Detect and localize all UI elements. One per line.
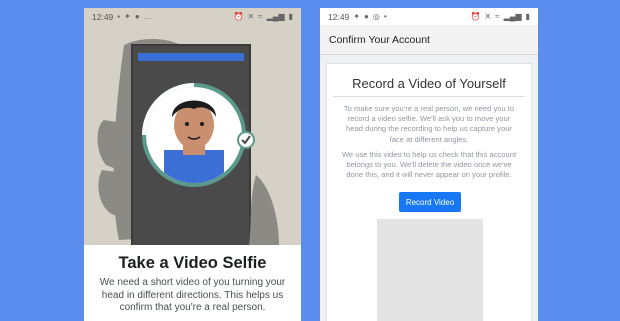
instructions-paragraph: To make sure you're a real person, we ne… [343,104,515,144]
wifi-icon: ≈ [258,12,263,21]
hand-phone-illustration [97,39,279,245]
video-preview [377,219,483,321]
mute-icon: ✕ [484,12,492,21]
record-video-button[interactable]: Record Video [399,192,461,212]
wifi-icon: ≈ [495,12,500,21]
battery-icon: ▮ [288,12,293,21]
confirm-card: Record a Video of Yourself To make sure … [326,63,532,321]
twitter-icon: ✦ [353,12,360,21]
app-bar-title: Confirm Your Account [329,33,430,46]
signal-icon: ▂▄▆ [266,12,285,21]
alarm-icon: ⏰ [470,12,481,21]
status-bar: 12:49 ▪ ✦ ● … ⏰ ✕ ≈ ▂▄▆ ▮ [84,8,301,25]
twitter-icon: ✦ [124,12,131,21]
whatsapp-icon: ◎ [372,12,380,21]
video-selfie-illustration [84,25,301,245]
left-phone-screen: 12:49 ▪ ✦ ● … ⏰ ✕ ≈ ▂▄▆ ▮ Take a Video S… [84,8,301,321]
sim-icon: ▪ [117,12,121,21]
alarm-icon: ⏰ [233,12,244,21]
mute-icon: ✕ [247,12,255,21]
messenger-icon: ● [134,12,140,21]
status-bar: 12:49 ✦ ● ◎ • ⏰ ✕ ≈ ▂▄▆ ▮ [320,8,538,25]
signal-icon: ▂▄▆ [503,12,522,21]
app-bar: Confirm Your Account [320,25,538,55]
more-icon: … [143,12,152,21]
right-phone-screen: 12:49 ✦ ● ◎ • ⏰ ✕ ≈ ▂▄▆ ▮ Confirm Your A… [320,8,538,321]
description-text: We need a short video of you turning you… [99,277,286,313]
privacy-paragraph: We use this video to help us check that … [341,150,517,180]
divider [333,96,525,97]
status-time: 12:49 [328,11,350,22]
messenger-icon: ● [363,12,369,21]
card-heading: Record a Video of Yourself [352,76,506,91]
dot-icon: • [383,12,387,21]
page-title: Take a Video Selfie [118,254,267,272]
battery-icon: ▮ [525,12,530,21]
status-time: 12:49 [92,11,114,22]
